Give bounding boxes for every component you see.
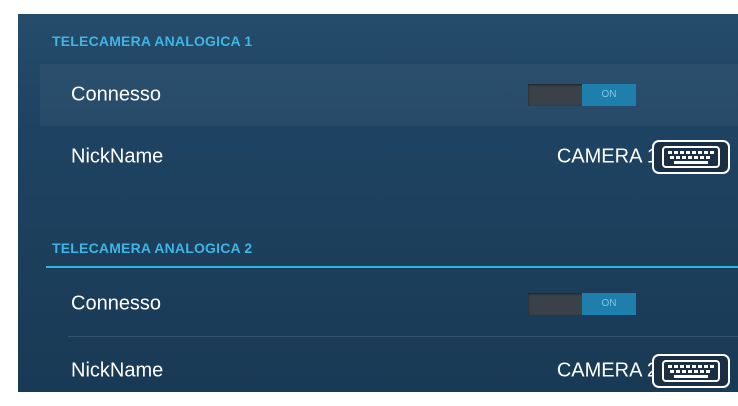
toggle-on-label: ON [582,293,636,315]
section-title-camera-2: TELECAMERA ANALOGICA 2 [52,240,253,256]
connesso-toggle[interactable]: ON [528,84,636,106]
nickname-value: CAMERA 2 [556,359,658,382]
row-connesso-camera-1: Connesso ON [40,64,738,126]
keyboard-icon [662,360,720,382]
connesso-label: Connesso [71,83,162,106]
section-title-camera-1: TELECAMERA ANALOGICA 1 [52,33,253,49]
keyboard-button[interactable] [652,354,730,388]
connesso-label: Connesso [71,292,162,315]
row-connesso-camera-2: Connesso ON [40,273,738,335]
toggle-on-label: ON [582,84,636,106]
row-nickname-camera-1: NickName CAMERA 1 [40,126,738,188]
row-divider [68,336,738,337]
nickname-value: CAMERA 1 [556,145,658,168]
section-divider [46,266,738,268]
nickname-label: NickName [71,145,164,168]
nickname-label: NickName [71,359,164,382]
camera-settings-panel: TELECAMERA ANALOGICA 1 Connesso ON NickN… [18,14,738,392]
connesso-toggle[interactable]: ON [528,293,636,315]
keyboard-icon [662,146,720,168]
keyboard-button[interactable] [652,140,730,174]
row-nickname-camera-2: NickName CAMERA 2 [40,340,738,392]
